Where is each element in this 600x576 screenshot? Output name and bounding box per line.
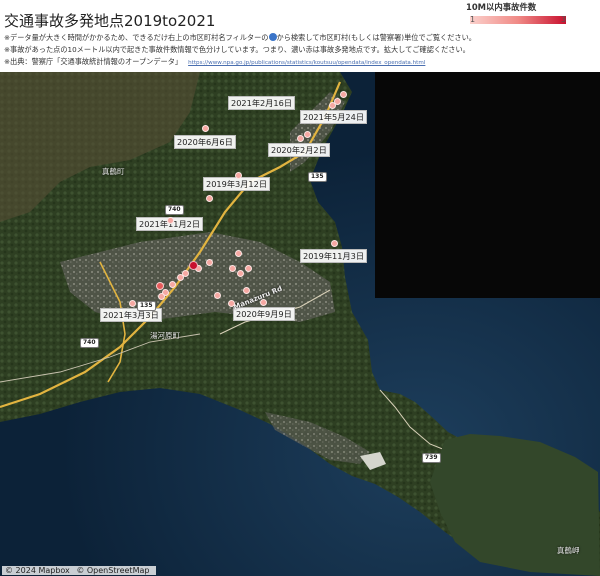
accident-point[interactable] [156, 282, 164, 290]
note-color: ※事故があった点の10メートル以内で起きた事故件数情報で色分けしています。つまり… [4, 45, 470, 54]
color-legend: 10M以内事故件数 1 3 [462, 0, 582, 30]
date-label: 2020年6月6日 [174, 135, 236, 149]
accident-point[interactable] [259, 298, 267, 306]
map-attribution[interactable]: © 2024 Mapbox © OpenStreetMap [2, 566, 157, 575]
note-filter-text-b: から検索して市区町村(もしくは警察署)単位でご覧ください。 [276, 33, 476, 42]
legend-max: 3 [561, 15, 567, 24]
road-shield: 135 [137, 301, 156, 311]
accident-point[interactable] [330, 239, 338, 247]
no-imagery-area [375, 72, 600, 298]
search-icon [268, 33, 277, 41]
accident-point[interactable] [303, 130, 311, 138]
satellite-map[interactable]: 2021年2月16日 2021年5月24日 2020年6月6日 2020年2月2… [0, 72, 600, 576]
accident-point[interactable] [128, 299, 136, 307]
date-label: 2020年2月2日 [268, 143, 330, 157]
header: 交通事故多発地点2019to2021 ※データ量が大きく時間がかかるため、できる… [0, 0, 600, 72]
legend-min: 1 [470, 15, 476, 24]
accident-point[interactable] [205, 194, 213, 202]
place-label: 真鶴岬 [557, 546, 580, 555]
accident-point[interactable] [328, 101, 336, 109]
road-shield: 740 [80, 338, 99, 348]
accident-point[interactable] [205, 258, 213, 266]
place-label: 真鶴町 [102, 167, 125, 176]
date-label: 2019年3月12日 [203, 177, 271, 191]
page-title: 交通事故多発地点2019to2021 [4, 12, 216, 30]
date-label: 2020年9月9日 [233, 307, 295, 321]
accident-point[interactable] [166, 216, 174, 224]
accident-point[interactable] [157, 292, 165, 300]
accident-point[interactable] [339, 90, 347, 98]
road-shield: 135 [308, 172, 327, 182]
date-label: 2019年11月3日 [300, 249, 368, 263]
accident-point[interactable] [201, 124, 209, 132]
accident-point[interactable] [236, 269, 244, 277]
osm-credit[interactable]: © OpenStreetMap [76, 566, 149, 575]
accident-point[interactable] [242, 286, 250, 294]
accident-point[interactable] [234, 171, 242, 179]
legend-gradient-bar [470, 16, 566, 24]
accident-point[interactable] [296, 134, 304, 142]
source-link[interactable]: https://www.npa.go.jp/publications/stati… [188, 60, 425, 66]
note-filter: ※データ量が大きく時間がかかるため、できるだけ右上の市区町村名フィルターの から検… [4, 33, 476, 43]
source-text: ※出典：警察庁「交通事故統計情報のオープンデータ」 [4, 57, 183, 66]
mapbox-credit[interactable]: © 2024 Mapbox [5, 566, 70, 575]
accident-point[interactable] [176, 273, 184, 281]
accident-point[interactable] [227, 299, 235, 307]
road-shield: 740 [165, 205, 184, 215]
date-label: 2021年2月16日 [228, 96, 296, 110]
accident-point[interactable] [188, 260, 198, 270]
accident-point[interactable] [244, 264, 252, 272]
note-filter-text-a: ※データ量が大きく時間がかかるため、できるだけ右上の市区町村名フィルターの [4, 33, 269, 42]
date-label: 2021年5月24日 [300, 110, 368, 124]
legend-title: 10M以内事故件数 [466, 2, 537, 12]
accident-point[interactable] [213, 291, 221, 299]
road-shield: 739 [422, 453, 441, 463]
accident-point[interactable] [228, 264, 236, 272]
accident-point[interactable] [234, 249, 242, 257]
note-source: ※出典：警察庁「交通事故統計情報のオープンデータ」 https://www.npa… [4, 57, 425, 67]
place-label: 湯河原町 [150, 331, 180, 340]
accident-point[interactable] [168, 280, 176, 288]
